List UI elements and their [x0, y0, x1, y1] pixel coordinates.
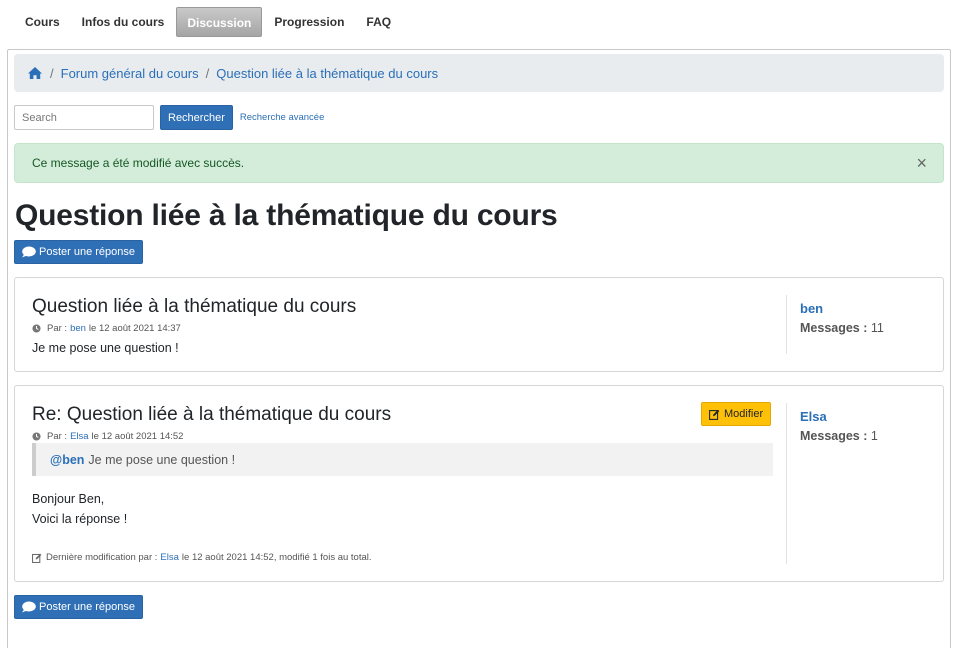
post-meta: Par : ben le 12 août 2021 14:37	[32, 323, 181, 334]
last-mod-prefix: Dernière modification par :	[46, 552, 158, 563]
speech-bubble-icon	[22, 246, 36, 258]
forum-post: Re: Question liée à la thématique du cou…	[14, 385, 944, 582]
meta-prefix: Par :	[47, 323, 68, 334]
meta-prefix: Par :	[47, 431, 68, 442]
post-reply-label: Poster une réponse	[39, 601, 136, 613]
post-reply-button-bottom[interactable]: Poster une réponse	[14, 595, 144, 619]
post-body-line: Je me pose une question !	[32, 341, 179, 355]
clock-icon	[32, 432, 41, 441]
last-mod-author-link[interactable]: Elsa	[160, 552, 178, 563]
tab-discussion[interactable]: Discussion	[176, 7, 263, 37]
last-mod-suffix: le 12 août 2021 14:52, modifié 1 fois au…	[181, 552, 372, 563]
close-icon[interactable]: ×	[916, 154, 927, 172]
messages-value: 1	[870, 429, 878, 443]
alert-message: Ce message a été modifié avec succès.	[32, 156, 245, 170]
post-title: Re: Question liée à la thématique du cou…	[32, 404, 392, 425]
post-date: le 12 août 2021 14:52	[91, 431, 184, 442]
post-author-link[interactable]: Elsa	[70, 431, 88, 442]
post-body-line: Bonjour Ben,	[32, 492, 105, 506]
page-title: Question liée à la thématique du cours	[15, 199, 558, 232]
search-button[interactable]: Rechercher	[160, 105, 233, 130]
author-name-link[interactable]: Elsa	[800, 409, 878, 424]
breadcrumb-separator: /	[205, 65, 210, 81]
post-body-line: Voici la réponse !	[32, 512, 128, 526]
edit-button[interactable]: Modifier	[701, 402, 772, 426]
post-title: Question liée à la thématique du cours	[32, 296, 357, 317]
success-alert: Ce message a été modifié avec succès. ×	[14, 143, 944, 183]
speech-bubble-icon	[22, 601, 36, 613]
tab-infos-du-cours[interactable]: Infos du cours	[72, 7, 175, 37]
author-info: ben Messages : 11	[786, 295, 884, 354]
post-body: Je me pose une question !	[32, 338, 179, 358]
mention-link[interactable]: @ben	[50, 453, 84, 467]
edit-icon	[709, 409, 720, 420]
post-author-link[interactable]: ben	[70, 323, 86, 334]
quote-text: Je me pose une question !	[88, 452, 236, 467]
home-icon[interactable]	[27, 66, 43, 80]
last-modification: Dernière modification par : Elsa le 12 a…	[32, 552, 372, 563]
breadcrumb-separator: /	[50, 65, 54, 81]
breadcrumb: / Forum général du cours / Question liée…	[14, 54, 944, 92]
breadcrumb-forum-link[interactable]: Forum général du cours	[61, 66, 199, 81]
tab-progression[interactable]: Progression	[264, 7, 354, 37]
quoted-message: @ben Je me pose une question !	[32, 443, 773, 476]
post-meta: Par : Elsa le 12 août 2021 14:52	[32, 431, 183, 442]
edit-icon	[32, 553, 42, 563]
post-body: Bonjour Ben, Voici la réponse !	[32, 489, 127, 529]
post-reply-button-top[interactable]: Poster une réponse	[14, 240, 144, 264]
edit-label: Modifier	[724, 408, 764, 420]
search-bar: Rechercher Recherche avancée	[14, 105, 324, 130]
breadcrumb-topic-link[interactable]: Question liée à la thématique du cours	[216, 66, 438, 81]
search-input[interactable]	[14, 105, 154, 130]
post-date: le 12 août 2021 14:37	[88, 323, 181, 334]
post-reply-label: Poster une réponse	[39, 246, 136, 258]
tab-faq[interactable]: FAQ	[356, 7, 401, 37]
messages-label: Messages :	[800, 429, 868, 443]
author-name-link[interactable]: ben	[800, 301, 884, 316]
clock-icon	[32, 324, 41, 333]
advanced-search-link[interactable]: Recherche avancée	[240, 112, 325, 123]
forum-post: Question liée à la thématique du cours P…	[14, 277, 944, 372]
tab-cours[interactable]: Cours	[15, 7, 70, 37]
course-tabs: Cours Infos du cours Discussion Progress…	[0, 0, 960, 44]
author-info: Elsa Messages : 1	[786, 403, 878, 564]
message-count: Messages : 1	[800, 429, 878, 443]
messages-value: 11	[870, 321, 884, 335]
message-count: Messages : 11	[800, 321, 884, 335]
messages-label: Messages :	[800, 321, 868, 335]
